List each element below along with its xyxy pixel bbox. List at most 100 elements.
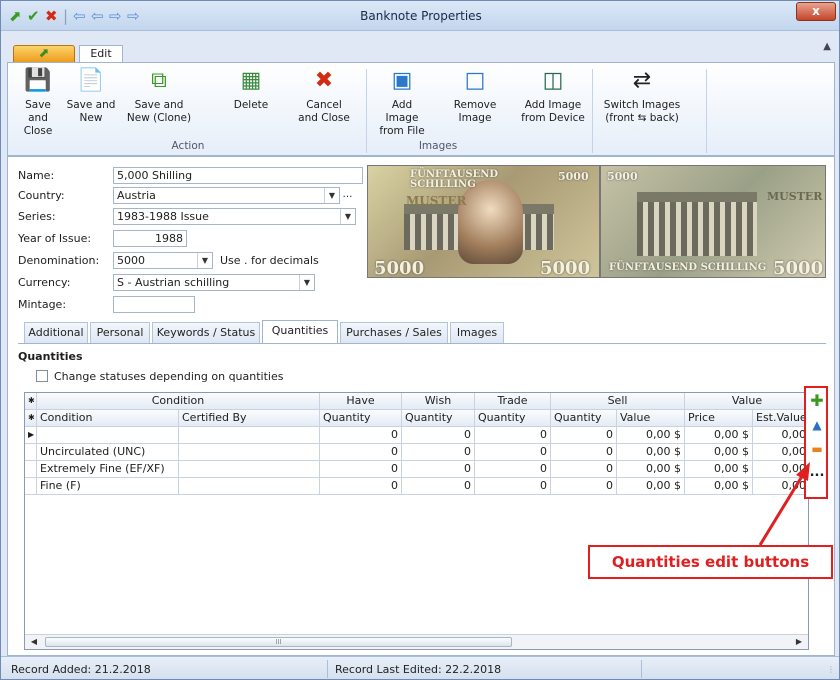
table-cell[interactable]: 0 xyxy=(551,427,617,444)
tab-keywords-status[interactable]: Keywords / Status xyxy=(152,322,260,343)
series-select[interactable]: 1983-1988 Issue ▼ xyxy=(113,208,356,225)
column-header-condition[interactable]: Condition xyxy=(37,410,179,427)
table-cell[interactable] xyxy=(179,444,320,461)
quantities-grid: ✱ Condition Have Wish Trade Sell Value ✱… xyxy=(24,392,809,650)
table-cell[interactable]: 0,00 $ xyxy=(617,427,685,444)
country-lookup-button[interactable]: … xyxy=(340,188,355,203)
country-select[interactable]: Austria ▼ … xyxy=(113,187,353,204)
delete-button[interactable]: ▦ Delete xyxy=(228,67,274,112)
column-header-wish-quantity[interactable]: Quantity xyxy=(402,410,475,427)
table-cell[interactable]: 0,00 $ xyxy=(685,478,753,495)
callout-arrow xyxy=(758,462,810,546)
table-cell[interactable]: 0 xyxy=(320,444,402,461)
add-row-icon[interactable]: ✚ xyxy=(808,392,826,410)
tab-images[interactable]: Images xyxy=(450,322,504,343)
chevron-down-icon[interactable]: ▼ xyxy=(299,275,314,290)
add-image-from-file-button[interactable]: ▣ Add Image from File xyxy=(374,67,430,138)
save-and-close-button[interactable]: 💾 Save and Close xyxy=(16,67,60,138)
table-cell[interactable]: 0,00 $ xyxy=(617,478,685,495)
table-cell[interactable]: 0,00 $ xyxy=(617,461,685,478)
chevron-down-icon[interactable]: ▼ xyxy=(197,253,212,268)
column-header-sell-value[interactable]: Value xyxy=(617,410,685,427)
table-cell[interactable]: 0,00 $ xyxy=(685,427,753,444)
table-cell[interactable]: Uncirculated (UNC) xyxy=(37,444,179,461)
column-header-price[interactable]: Price xyxy=(685,410,753,427)
currency-select[interactable]: S - Austrian schilling ▼ xyxy=(113,274,315,291)
column-group-trade: Trade xyxy=(475,393,551,410)
table-cell[interactable]: 0 xyxy=(320,478,402,495)
add-image-from-device-button[interactable]: ◫ Add Image from Device xyxy=(518,67,588,125)
table-cell[interactable] xyxy=(179,478,320,495)
tab-edit[interactable]: Edit xyxy=(79,45,123,63)
column-group-have: Have xyxy=(320,393,402,410)
save-and-new-button[interactable]: 📄 Save and New xyxy=(66,67,116,125)
table-cell[interactable]: Fine (F) xyxy=(37,478,179,495)
tab-quantities[interactable]: Quantities xyxy=(262,320,338,343)
switch-images-button[interactable]: ⇄ Switch Images (front ⇆ back) xyxy=(598,67,686,125)
table-cell[interactable] xyxy=(37,427,179,444)
move-up-icon[interactable]: ▲ xyxy=(808,416,826,434)
application-menu-button[interactable]: ⬈ xyxy=(13,45,75,63)
table-cell[interactable]: 0 xyxy=(402,461,475,478)
mintage-field[interactable] xyxy=(113,296,195,313)
column-header-have-quantity[interactable]: Quantity xyxy=(320,410,402,427)
ribbon-separator xyxy=(592,69,593,153)
table-cell[interactable]: 0,00 $ xyxy=(617,444,685,461)
column-header-sell-quantity[interactable]: Quantity xyxy=(551,410,617,427)
tab-personal[interactable]: Personal xyxy=(90,322,150,343)
table-cell[interactable]: 0,00 xyxy=(753,427,808,444)
close-button[interactable]: x xyxy=(796,2,836,21)
status-bar: Record Added: 21.2.2018 Record Last Edit… xyxy=(1,656,839,679)
chevron-down-icon[interactable]: ▼ xyxy=(324,188,339,203)
scroll-right-icon[interactable]: ▶ xyxy=(792,636,806,648)
delete-icon: ▦ xyxy=(240,68,262,93)
table-cell[interactable]: 0,00 $ xyxy=(685,461,753,478)
table-cell[interactable] xyxy=(179,461,320,478)
table-cell[interactable]: 0 xyxy=(475,461,551,478)
remove-row-icon[interactable]: ▬ xyxy=(808,440,826,458)
name-field[interactable]: 5,000 Shilling xyxy=(113,167,363,184)
remove-image-button[interactable]: □ Remove Image xyxy=(452,67,498,125)
scroll-left-icon[interactable]: ◀ xyxy=(27,636,41,648)
save-close-icon: 💾 xyxy=(24,68,52,93)
column-header-certified-by[interactable]: Certified By xyxy=(179,410,320,427)
denomination-select[interactable]: 5000 ▼ xyxy=(113,252,213,269)
resize-grip-icon[interactable]: ⋮ xyxy=(827,665,835,674)
table-cell[interactable]: 0 xyxy=(551,478,617,495)
ribbon-group-action: Action xyxy=(171,140,205,152)
column-header-est-value[interactable]: Est.Value xyxy=(753,410,808,427)
banknote-front-image[interactable]: FÜNFTAUSEND SCHILLING 5000 5000 5000 MUS… xyxy=(367,165,600,278)
button-label: Save and xyxy=(66,99,116,111)
chevron-down-icon[interactable]: ▼ xyxy=(340,209,355,224)
table-cell[interactable]: 0 xyxy=(475,427,551,444)
currency-value: S - Austrian schilling xyxy=(117,276,230,289)
horizontal-scrollbar[interactable]: ◀ III ▶ xyxy=(25,634,808,649)
table-cell[interactable]: 0 xyxy=(320,427,402,444)
record-edited-text: Record Last Edited: 22.2.2018 xyxy=(335,663,502,676)
tab-purchases-sales[interactable]: Purchases / Sales xyxy=(340,322,448,343)
table-cell[interactable] xyxy=(179,427,320,444)
title-bar: ⬈ ✔ ✖ | ⇦ ⇦ ⇨ ⇨ Banknote Properties x xyxy=(1,1,839,31)
table-cell[interactable]: 0 xyxy=(320,461,402,478)
table-cell[interactable]: 0 xyxy=(475,444,551,461)
table-cell[interactable]: 0 xyxy=(402,427,475,444)
cancel-and-close-button[interactable]: ✖ Cancel and Close xyxy=(298,67,350,125)
table-cell[interactable]: 0 xyxy=(551,461,617,478)
main-panel: Name: 5,000 Shilling Country: Austria ▼ … xyxy=(7,156,835,656)
save-and-new-clone-button[interactable]: ⧉ Save and New (Clone) xyxy=(122,67,196,125)
table-cell[interactable]: 0,00 $ xyxy=(685,444,753,461)
table-cell[interactable]: Extremely Fine (EF/XF) xyxy=(37,461,179,478)
year-field[interactable]: 1988 xyxy=(113,230,187,247)
table-cell[interactable]: 0 xyxy=(551,444,617,461)
front-value-top: 5000 xyxy=(558,170,589,183)
tab-additional[interactable]: Additional xyxy=(24,322,88,343)
change-statuses-checkbox[interactable] xyxy=(36,370,48,382)
table-cell[interactable]: 0 xyxy=(402,478,475,495)
column-header-trade-quantity[interactable]: Quantity xyxy=(475,410,551,427)
table-cell[interactable]: 0 xyxy=(475,478,551,495)
quantities-section-title: Quantities xyxy=(18,350,83,363)
ribbon-collapse-icon[interactable]: ▲ xyxy=(823,41,831,52)
table-cell[interactable]: 0 xyxy=(402,444,475,461)
banknote-back-image[interactable]: 5000 FÜNFTAUSEND SCHILLING 5000 MUSTER xyxy=(600,165,826,278)
scrollbar-thumb[interactable]: III xyxy=(45,637,512,647)
